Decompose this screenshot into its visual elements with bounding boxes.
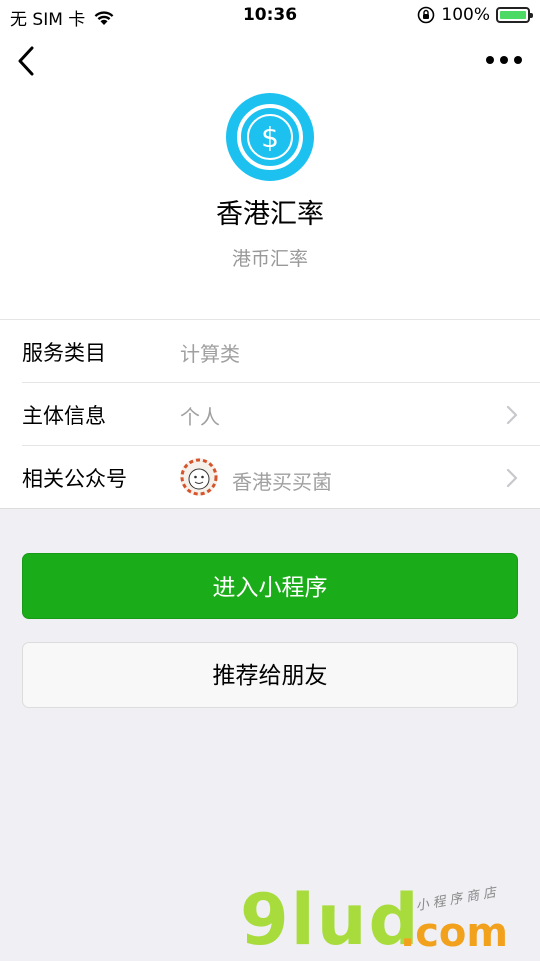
info-list: 服务类目 计算类 主体信息 个人 相关公众号 香港买买菌	[0, 319, 540, 508]
recommend-to-friend-button[interactable]: 推荐给朋友	[22, 642, 518, 708]
section-divider	[0, 508, 540, 509]
chevron-left-icon	[18, 46, 34, 76]
info-value: 个人	[180, 405, 220, 429]
back-button[interactable]	[12, 44, 44, 78]
chevron-right-icon	[506, 468, 518, 488]
app-logo: $	[225, 92, 315, 182]
battery-icon	[496, 7, 533, 23]
watermark: 9lud .com 小程序商店	[240, 880, 530, 960]
app-name: 香港汇率	[216, 199, 324, 230]
info-label: 主体信息	[22, 404, 106, 428]
enter-mini-program-button[interactable]: 进入小程序	[22, 553, 518, 619]
official-account-name: 香港买买菌	[232, 469, 332, 494]
more-button[interactable]	[484, 48, 524, 72]
status-right-group: 100%	[417, 5, 533, 25]
info-row-official-account[interactable]: 相关公众号 香港买买菌	[22, 445, 540, 508]
battery-nub	[530, 13, 533, 18]
info-row-service-category: 服务类目 计算类	[0, 319, 540, 382]
info-label: 相关公众号	[22, 467, 127, 491]
watermark-brand: 9lud	[240, 879, 421, 961]
info-row-entity[interactable]: 主体信息 个人	[22, 382, 540, 445]
chevron-right-icon	[506, 405, 518, 425]
orientation-lock-icon	[418, 6, 435, 24]
account-avatar-icon	[180, 458, 218, 496]
info-label: 服务类目	[22, 341, 106, 365]
info-value: 计算类	[180, 342, 240, 366]
battery-percent: 100%	[441, 5, 490, 25]
status-bar: 无 SIM 卡 10:36 100%	[0, 0, 540, 32]
more-dots-icon	[486, 56, 522, 64]
app-description: 港币汇率	[231, 248, 308, 270]
info-value-group: 香港买买菌	[180, 458, 332, 496]
dollar-coin-icon: $	[226, 93, 314, 181]
watermark-domain: .com	[400, 910, 509, 956]
battery-fill	[500, 11, 526, 19]
svg-text:$: $	[261, 121, 279, 154]
